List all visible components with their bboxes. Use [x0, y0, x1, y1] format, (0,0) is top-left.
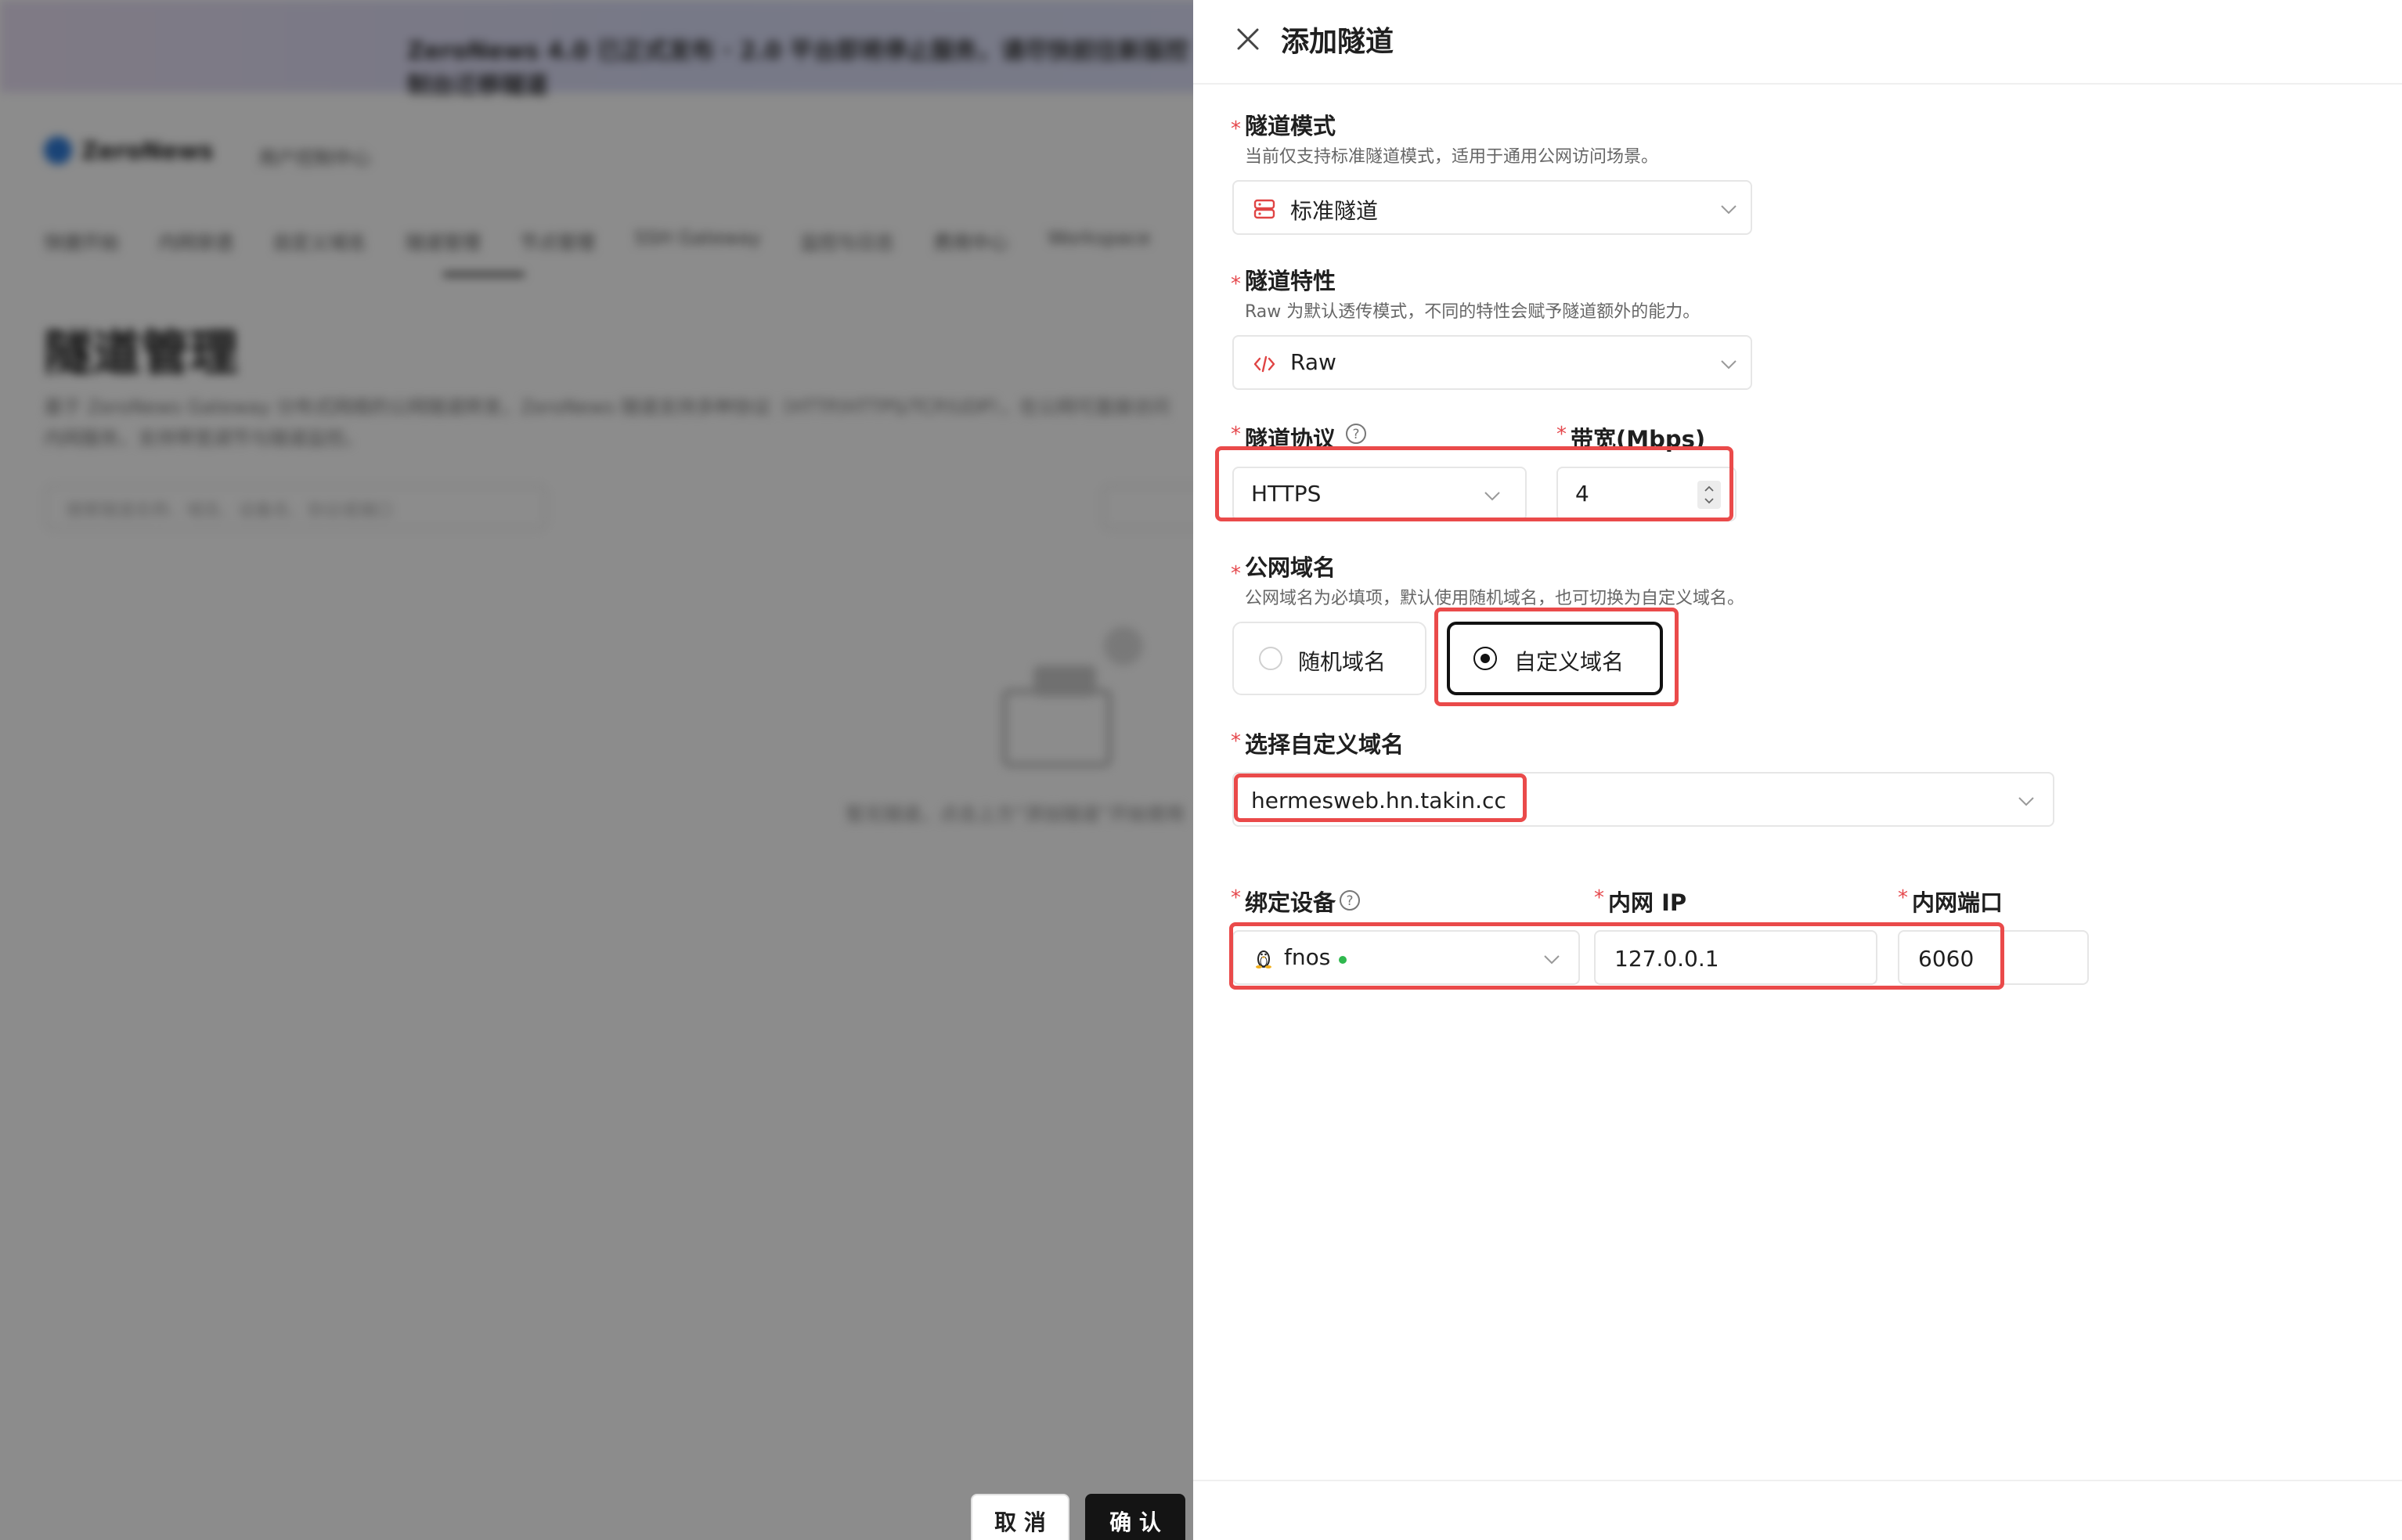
protocol-value: HTTPS: [1251, 481, 1322, 507]
custom-domain-select[interactable]: hermesweb.hn.takin.cc: [1232, 772, 2054, 827]
svg-text:?: ?: [1346, 893, 1353, 909]
bind-device-label: 绑定设备: [1245, 889, 1336, 916]
tunnel-feature-label: 隧道特性: [1245, 268, 1336, 294]
custom-domain-label: 选择自定义域名: [1245, 731, 1405, 758]
help-icon[interactable]: ?: [1339, 889, 1361, 911]
confirm-button[interactable]: 确 认: [1085, 1494, 1185, 1540]
lan-ip-value: 127.0.0.1: [1614, 946, 1719, 972]
radio-button[interactable]: [1259, 647, 1282, 670]
chevron-down-icon[interactable]: [1704, 497, 1715, 505]
code-icon: [1253, 355, 1275, 373]
radio-custom-domain-label: 自定义域名: [1514, 649, 1625, 675]
bandwidth-label: 带宽(Mbps): [1571, 426, 1706, 453]
lan-port-label: 内网端口: [1912, 889, 2003, 916]
protocol-select[interactable]: HTTPS: [1232, 467, 1527, 521]
lan-ip-label: 内网 IP: [1608, 889, 1687, 916]
chevron-down-icon: [1484, 492, 1500, 501]
public-domain-hint: 公网域名为必填项，默认使用随机域名，也可切换为自定义域名。: [1245, 589, 1745, 608]
chevron-up-icon[interactable]: [1704, 485, 1715, 492]
drawer-footer: [1193, 1480, 2402, 1540]
chevron-down-icon: [2018, 797, 2034, 806]
bandwidth-value: 4: [1575, 481, 1589, 507]
lan-port-value: 6060: [1918, 946, 1975, 972]
required-mark: *: [1231, 117, 1241, 141]
required-mark: *: [1231, 423, 1241, 446]
server-icon: [1253, 199, 1275, 219]
required-mark: *: [1594, 886, 1604, 910]
public-domain-label: 公网域名: [1245, 554, 1336, 581]
chevron-down-icon: [1721, 360, 1737, 370]
tunnel-mode-select[interactable]: 标准隧道: [1232, 180, 1752, 235]
tunnel-mode-hint: 当前仅支持标准隧道模式，适用于通用公网访问场景。: [1245, 147, 1659, 167]
radio-random-domain-label: 随机域名: [1298, 649, 1387, 675]
radio-button-selected[interactable]: [1473, 647, 1497, 670]
lan-port-input[interactable]: 6060: [1898, 930, 2089, 985]
lan-ip-input[interactable]: 127.0.0.1: [1594, 930, 1877, 985]
bandwidth-stepper[interactable]: [1697, 481, 1721, 509]
tunnel-feature-hint: Raw 为默认透传模式，不同的特性会赋予隧道额外的能力。: [1245, 302, 1701, 322]
background-page: ZeroNews 4.0 已正式发布 · 2.0 平台即将停止服务，请尽快前往新…: [0, 0, 1193, 1540]
linux-penguin-icon: [1256, 950, 1271, 968]
add-tunnel-drawer: 添加隧道 * 隧道模式 当前仅支持标准隧道模式，适用于通用公网访问场景。 标准隧…: [1193, 0, 2402, 1540]
modal-overlay[interactable]: [0, 0, 1193, 1540]
tunnel-feature-value: Raw: [1290, 349, 1336, 375]
help-icon[interactable]: ?: [1345, 423, 1367, 445]
bandwidth-input[interactable]: 4: [1556, 467, 1737, 521]
required-mark: *: [1231, 272, 1241, 296]
svg-text:?: ?: [1352, 427, 1359, 442]
required-mark: *: [1231, 730, 1241, 753]
radio-custom-domain[interactable]: 自定义域名: [1447, 622, 1663, 695]
bind-device-value: fnos: [1284, 944, 1331, 970]
required-mark: *: [1231, 562, 1241, 586]
custom-domain-value: hermesweb.hn.takin.cc: [1251, 788, 1506, 813]
close-icon[interactable]: [1234, 25, 1262, 53]
required-mark: *: [1898, 886, 1908, 910]
radio-random-domain[interactable]: 随机域名: [1232, 622, 1426, 695]
protocol-label: 隧道协议: [1245, 426, 1336, 453]
online-status-dot: [1339, 956, 1347, 964]
drawer-title: 添加隧道: [1281, 26, 1394, 58]
tunnel-mode-label: 隧道模式: [1245, 113, 1336, 139]
tunnel-mode-value: 标准隧道: [1290, 198, 1379, 224]
chevron-down-icon: [1721, 205, 1737, 215]
chevron-down-icon: [1544, 955, 1560, 965]
cancel-button[interactable]: 取 消: [971, 1494, 1069, 1540]
required-mark: *: [1556, 423, 1567, 446]
tunnel-feature-select[interactable]: Raw: [1232, 335, 1752, 390]
drawer-header: 添加隧道: [1193, 0, 2402, 85]
bind-device-select[interactable]: fnos: [1232, 930, 1580, 985]
required-mark: *: [1231, 886, 1241, 910]
